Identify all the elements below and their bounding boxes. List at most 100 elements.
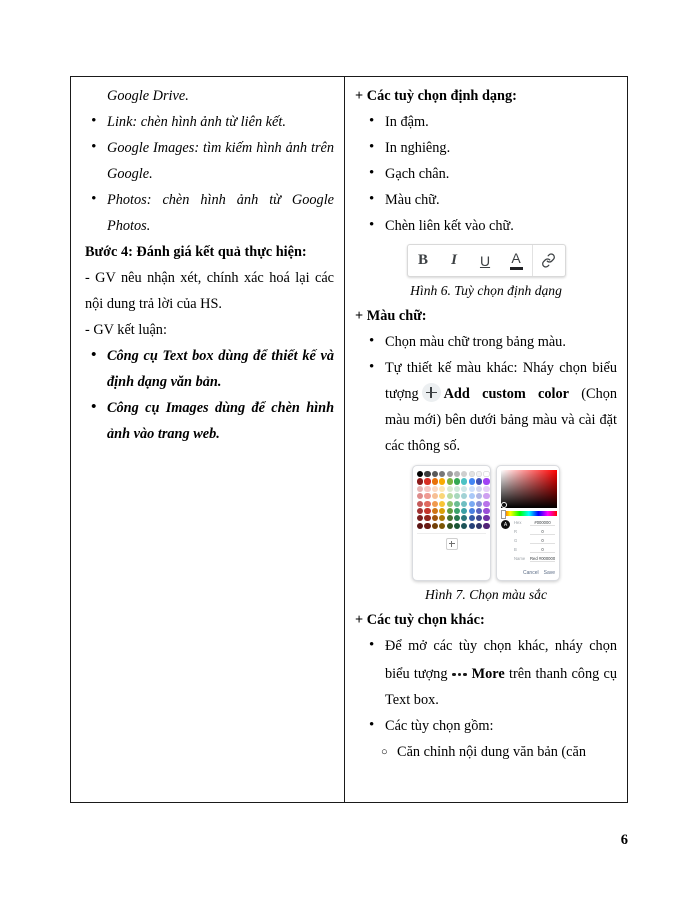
color-swatch[interactable] bbox=[446, 485, 453, 492]
color-swatch[interactable] bbox=[431, 500, 438, 507]
color-swatch[interactable] bbox=[476, 471, 483, 478]
color-swatch[interactable] bbox=[468, 471, 475, 478]
color-swatch[interactable] bbox=[461, 507, 468, 515]
color-swatch[interactable] bbox=[483, 507, 490, 515]
color-swatch[interactable] bbox=[417, 515, 424, 522]
color-swatch[interactable] bbox=[439, 478, 446, 485]
color-swatch[interactable] bbox=[461, 485, 468, 492]
color-swatch[interactable] bbox=[476, 507, 483, 515]
hue-slider-handle[interactable] bbox=[501, 510, 507, 519]
color-swatch[interactable] bbox=[417, 493, 424, 500]
color-swatch[interactable] bbox=[424, 507, 431, 515]
color-swatch[interactable] bbox=[417, 485, 424, 492]
color-swatch[interactable] bbox=[431, 485, 438, 492]
color-swatch[interactable] bbox=[424, 471, 431, 478]
bold-button[interactable]: B bbox=[408, 245, 439, 276]
color-swatch[interactable] bbox=[431, 478, 438, 485]
color-swatch[interactable] bbox=[439, 500, 446, 507]
color-swatch[interactable] bbox=[468, 478, 475, 485]
more-icon[interactable] bbox=[451, 659, 467, 685]
color-swatch[interactable] bbox=[476, 485, 483, 492]
color-swatch[interactable] bbox=[446, 493, 453, 500]
color-swatch[interactable] bbox=[446, 478, 453, 485]
color-swatch[interactable] bbox=[439, 515, 446, 522]
hue-slider[interactable] bbox=[501, 510, 558, 519]
color-swatch[interactable] bbox=[439, 493, 446, 500]
color-swatch[interactable] bbox=[446, 471, 453, 478]
color-swatch[interactable] bbox=[483, 478, 490, 485]
add-color-plus-icon[interactable] bbox=[445, 537, 458, 550]
saturation-value-area[interactable] bbox=[501, 470, 558, 508]
color-swatch[interactable] bbox=[424, 493, 431, 500]
color-swatch[interactable] bbox=[431, 515, 438, 522]
sv-selector-handle[interactable] bbox=[501, 502, 508, 508]
insert-link-button[interactable] bbox=[531, 245, 565, 276]
color-swatch[interactable] bbox=[446, 515, 453, 522]
color-swatch[interactable] bbox=[446, 500, 453, 507]
color-swatch[interactable] bbox=[461, 522, 468, 529]
color-swatch[interactable] bbox=[483, 522, 490, 529]
color-swatch[interactable] bbox=[476, 500, 483, 507]
color-swatch[interactable] bbox=[417, 507, 424, 515]
color-swatch[interactable] bbox=[476, 493, 483, 500]
green-field-row[interactable]: G 0 bbox=[514, 538, 556, 547]
color-swatch[interactable] bbox=[431, 522, 438, 529]
color-swatch[interactable] bbox=[431, 493, 438, 500]
color-swatch[interactable] bbox=[431, 507, 438, 515]
color-swatch[interactable] bbox=[417, 522, 424, 529]
color-swatch[interactable] bbox=[453, 507, 461, 515]
color-swatch[interactable] bbox=[446, 507, 453, 515]
color-swatch[interactable] bbox=[483, 515, 490, 522]
color-swatch[interactable] bbox=[424, 485, 431, 492]
color-swatch[interactable] bbox=[431, 471, 438, 478]
color-swatch[interactable] bbox=[453, 500, 461, 507]
text-color-button[interactable]: A bbox=[501, 245, 532, 276]
color-swatch[interactable] bbox=[468, 500, 475, 507]
color-swatch[interactable] bbox=[453, 478, 461, 485]
color-swatch-grid[interactable] bbox=[417, 471, 490, 529]
color-swatch[interactable] bbox=[417, 500, 424, 507]
color-swatch[interactable] bbox=[468, 515, 475, 522]
color-swatch[interactable] bbox=[468, 507, 475, 515]
color-swatch[interactable] bbox=[461, 478, 468, 485]
color-swatch[interactable] bbox=[424, 478, 431, 485]
color-swatch[interactable] bbox=[476, 515, 483, 522]
color-swatch[interactable] bbox=[483, 471, 490, 478]
color-swatch[interactable] bbox=[439, 507, 446, 515]
color-swatch[interactable] bbox=[417, 478, 424, 485]
color-swatch[interactable] bbox=[453, 493, 461, 500]
cancel-button[interactable]: Cancel bbox=[523, 570, 539, 576]
name-field-row[interactable]: Name Red #000000 bbox=[514, 556, 556, 565]
color-swatch[interactable] bbox=[424, 500, 431, 507]
red-field-row[interactable]: R 0 bbox=[514, 529, 556, 538]
underline-button[interactable]: U bbox=[470, 245, 501, 276]
color-swatch[interactable] bbox=[424, 522, 431, 529]
color-swatch[interactable] bbox=[483, 485, 490, 492]
color-swatch[interactable] bbox=[468, 522, 475, 529]
color-swatch[interactable] bbox=[439, 522, 446, 529]
color-swatch[interactable] bbox=[446, 522, 453, 529]
plus-icon[interactable] bbox=[421, 383, 441, 402]
color-swatch[interactable] bbox=[439, 485, 446, 492]
color-swatch[interactable] bbox=[468, 485, 475, 492]
hex-field-row[interactable]: Hex #000000 bbox=[514, 520, 556, 529]
color-swatch[interactable] bbox=[461, 515, 468, 522]
color-swatch[interactable] bbox=[453, 471, 461, 478]
color-swatch[interactable] bbox=[439, 471, 446, 478]
color-swatch[interactable] bbox=[476, 478, 483, 485]
color-swatch[interactable] bbox=[483, 500, 490, 507]
color-swatch[interactable] bbox=[424, 515, 431, 522]
blue-field-row[interactable]: B 0 bbox=[514, 547, 556, 556]
color-swatch[interactable] bbox=[461, 493, 468, 500]
italic-button[interactable]: I bbox=[439, 245, 470, 276]
color-swatch[interactable] bbox=[461, 500, 468, 507]
color-swatch[interactable] bbox=[461, 471, 468, 478]
color-swatch[interactable] bbox=[483, 493, 490, 500]
color-swatch[interactable] bbox=[453, 522, 461, 529]
color-swatch[interactable] bbox=[453, 485, 461, 492]
color-swatch[interactable] bbox=[453, 515, 461, 522]
color-swatch[interactable] bbox=[468, 493, 475, 500]
color-swatch[interactable] bbox=[417, 471, 424, 478]
color-swatch[interactable] bbox=[476, 522, 483, 529]
save-button[interactable]: Save bbox=[544, 570, 555, 576]
